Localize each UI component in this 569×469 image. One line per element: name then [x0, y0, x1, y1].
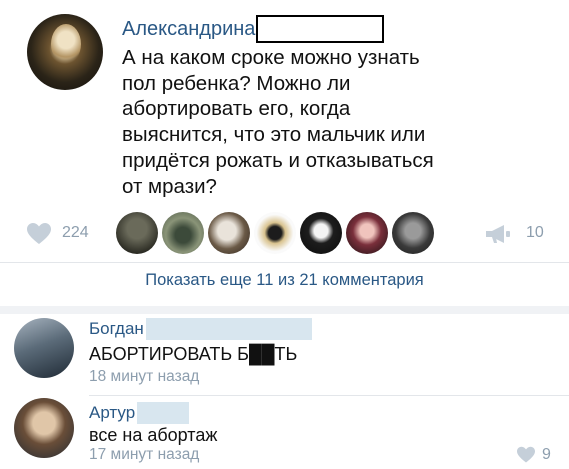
- redacted-surname: [137, 402, 190, 424]
- likers-avatars[interactable]: [116, 212, 434, 256]
- liker-avatar[interactable]: [208, 212, 250, 254]
- liker-avatar[interactable]: [162, 212, 204, 254]
- liker-avatar[interactable]: [346, 212, 388, 254]
- divider: [0, 262, 569, 263]
- comment-text: АБОРТИРОВАТЬ Б██ТЬ: [89, 344, 298, 364]
- heart-icon[interactable]: [26, 222, 52, 246]
- like-count[interactable]: 224: [62, 224, 89, 242]
- comment-timestamp[interactable]: 18 минут назад: [89, 368, 199, 386]
- post-header: Александрина: [122, 14, 385, 44]
- comment-header: Артур: [89, 402, 190, 424]
- comment-timestamp[interactable]: 17 минут назад: [89, 446, 199, 464]
- divider: [89, 395, 569, 396]
- megaphone-icon[interactable]: [484, 223, 512, 245]
- post-author-name[interactable]: Александрина: [122, 18, 255, 41]
- redacted-surname-box: [256, 15, 385, 43]
- comment-author-avatar[interactable]: [14, 398, 74, 458]
- post-actions-row: 224 10: [26, 212, 556, 256]
- liker-avatar[interactable]: [300, 212, 342, 254]
- comment-author-name[interactable]: Богдан: [89, 319, 144, 339]
- post-text: А на каком сроке можно узнать пол ребенк…: [122, 46, 434, 198]
- comment-like-count: 9: [542, 446, 551, 463]
- share-count[interactable]: 10: [526, 224, 544, 242]
- liker-avatar[interactable]: [116, 212, 158, 254]
- heart-icon[interactable]: [516, 446, 536, 464]
- comment-like[interactable]: 9: [516, 446, 551, 464]
- redacted-surname: [145, 318, 312, 340]
- comment-text: все на абортаж: [89, 425, 218, 445]
- liker-avatar[interactable]: [254, 212, 296, 254]
- comment-header: Богдан: [89, 318, 312, 340]
- comment-author-avatar[interactable]: [14, 318, 74, 378]
- liker-avatar[interactable]: [392, 212, 434, 254]
- post-author-avatar[interactable]: [27, 14, 103, 90]
- show-more-comments-link[interactable]: Показать еще 11 из 21 комментария: [0, 271, 569, 290]
- comment-author-name[interactable]: Артур: [89, 403, 135, 423]
- section-separator: [0, 306, 569, 314]
